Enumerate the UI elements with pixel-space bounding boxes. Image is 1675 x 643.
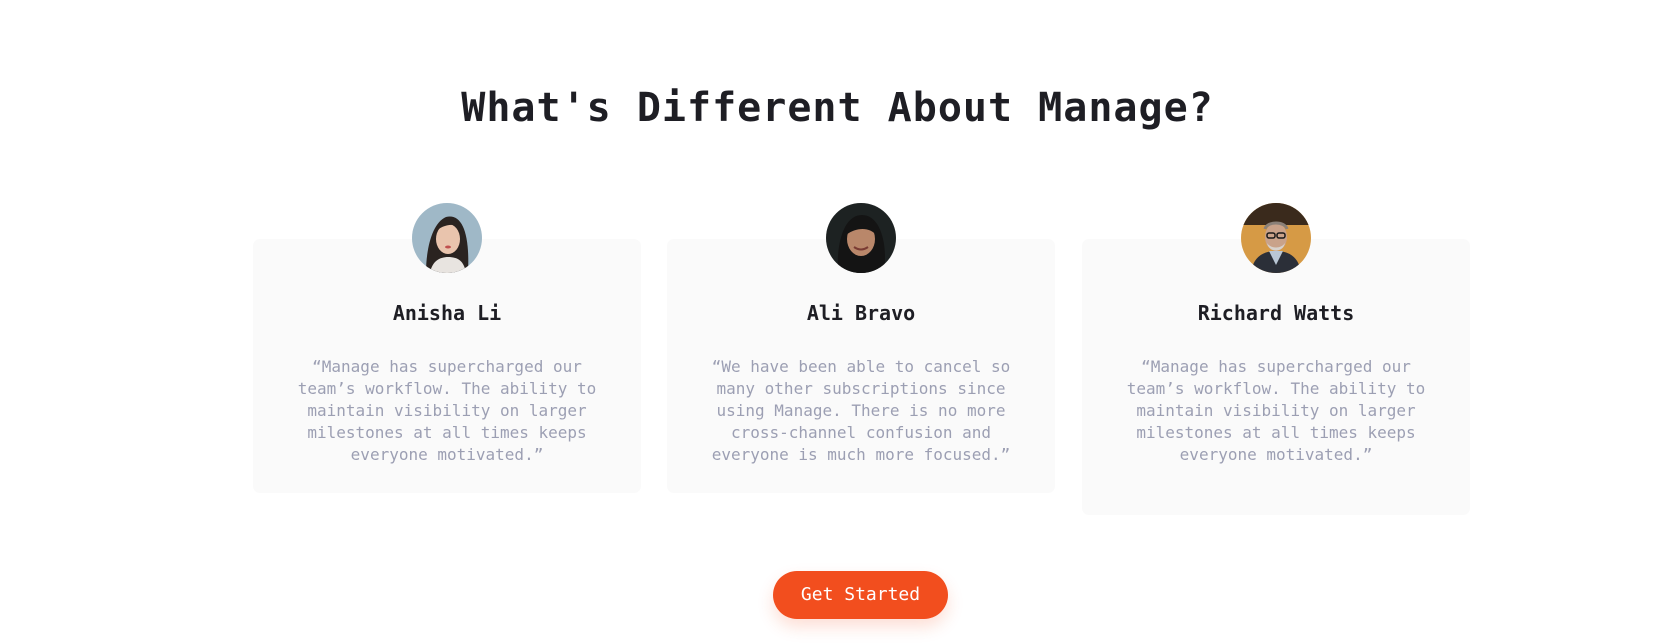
avatar-richard-watts bbox=[1241, 203, 1311, 273]
section-title: What's Different About Manage? bbox=[461, 85, 1214, 131]
avatar-woman-icon bbox=[412, 203, 482, 273]
testimonial-card: Anisha Li “Manage has supercharged our t… bbox=[253, 203, 641, 493]
testimonial-quote: “Manage has supercharged our team’s work… bbox=[1126, 357, 1426, 464]
get-started-button[interactable]: Get Started bbox=[773, 571, 948, 619]
testimonial-card: Ali Bravo “We have been able to cancel s… bbox=[667, 203, 1055, 493]
avatar-woman-icon bbox=[826, 203, 896, 273]
testimonial-name: Ali Bravo bbox=[806, 301, 916, 325]
testimonial-quote: “We have been able to cancel so many oth… bbox=[711, 357, 1011, 464]
avatar-anisha-li bbox=[412, 203, 482, 273]
avatar-man-icon bbox=[1241, 203, 1311, 273]
testimonial-name: Anisha Li bbox=[392, 301, 502, 325]
testimonial-card: Richard Watts “Manage has supercharged o… bbox=[1082, 203, 1470, 515]
testimonial-quote: “Manage has supercharged our team’s work… bbox=[297, 357, 597, 464]
avatar-ali-bravo bbox=[826, 203, 896, 273]
testimonial-name: Richard Watts bbox=[1197, 301, 1355, 325]
